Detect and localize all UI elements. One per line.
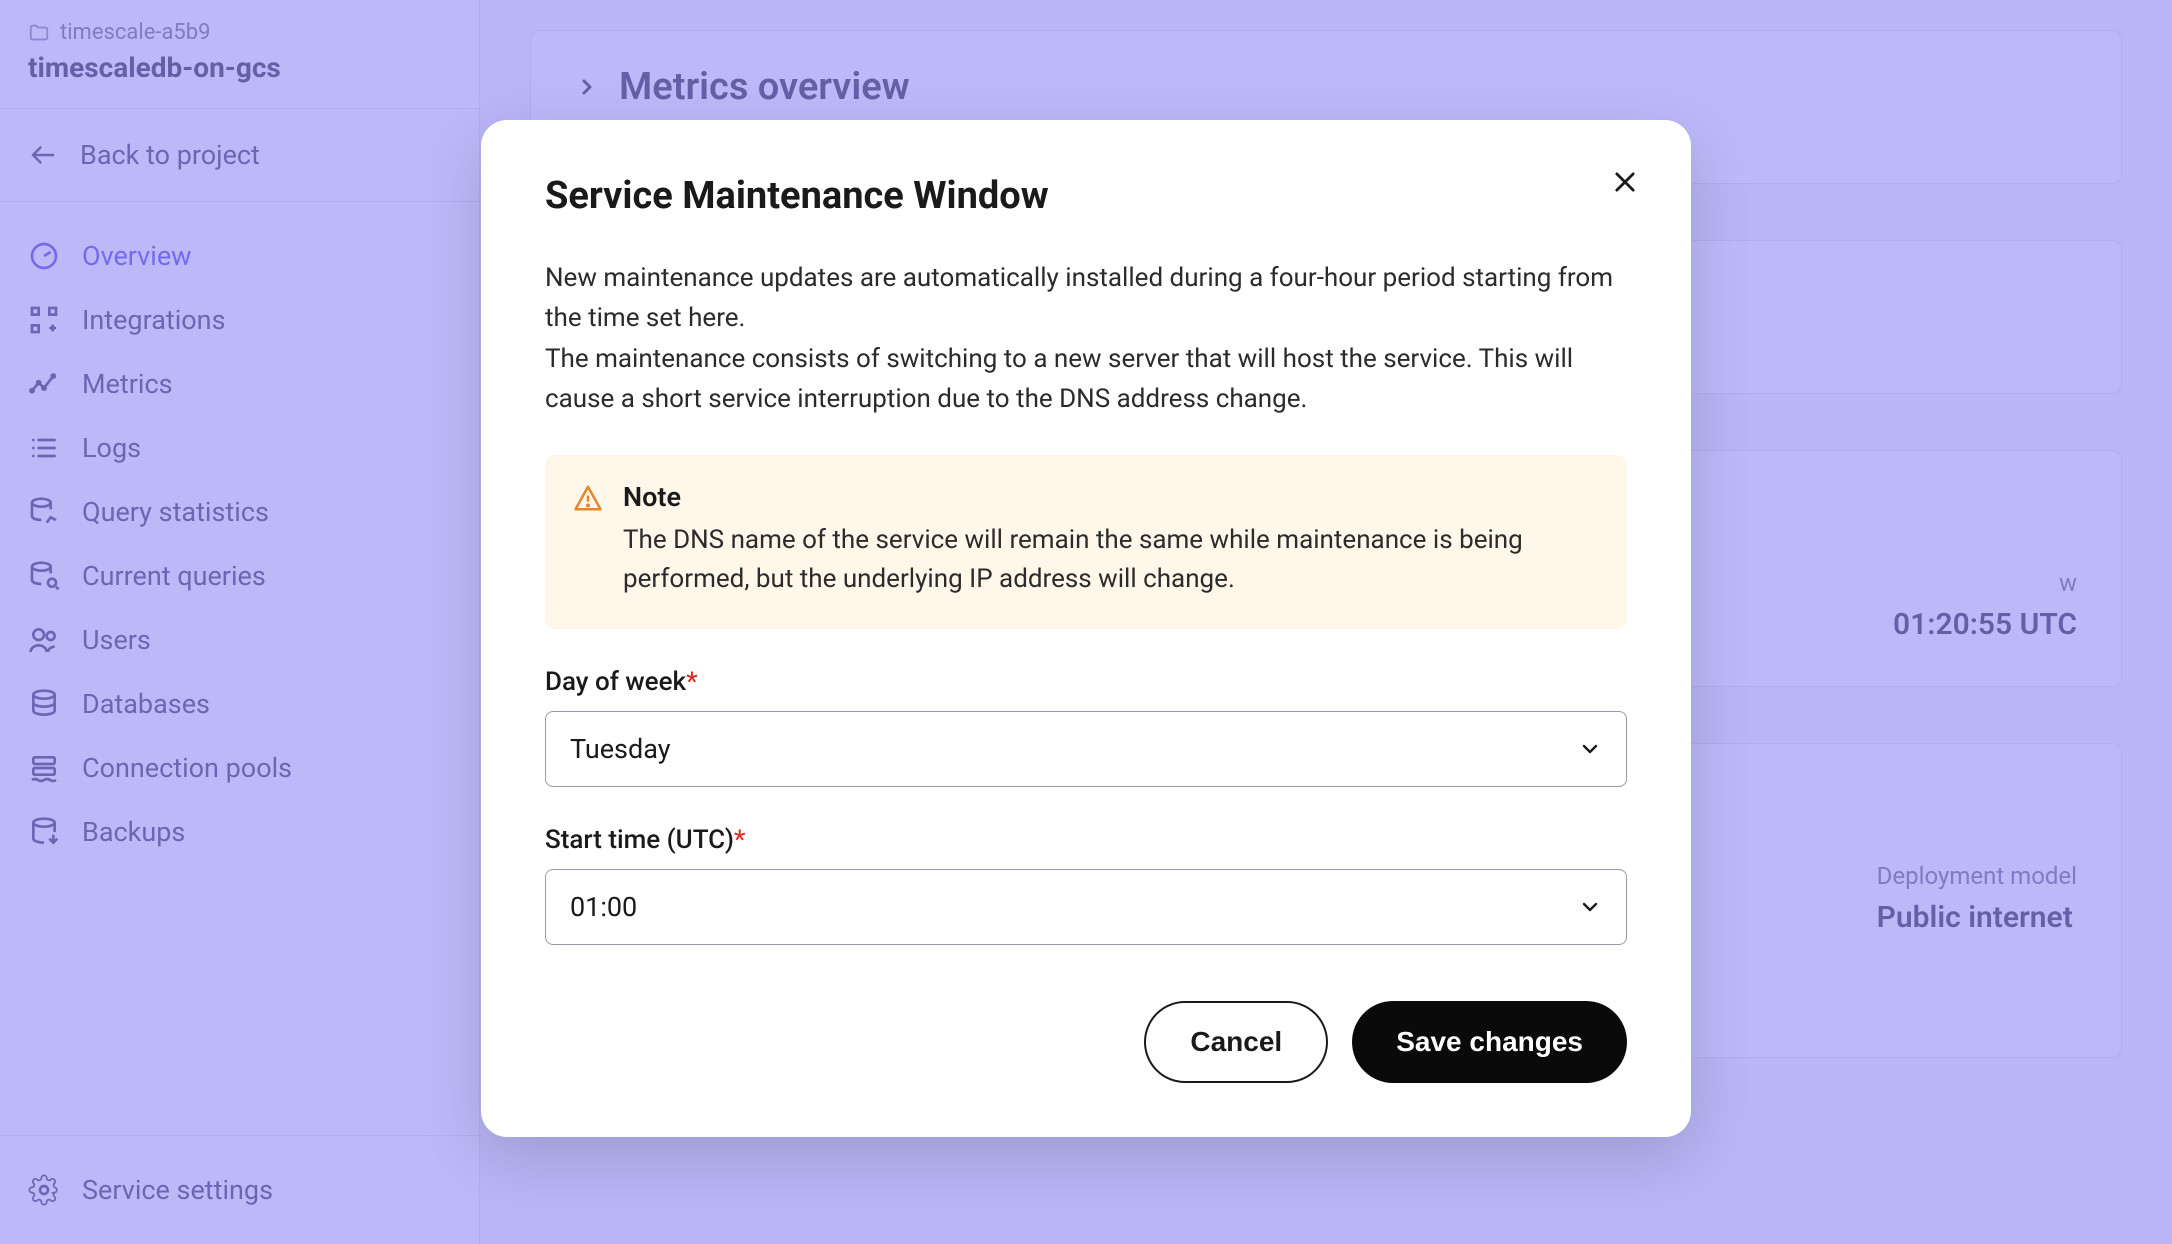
modal-p2: The maintenance consists of switching to… [545,339,1627,420]
required-marker: * [686,667,698,697]
day-of-week-select[interactable]: Tuesday [545,711,1627,787]
day-label: Day of week* [545,667,1627,697]
maintenance-window-modal: Service Maintenance Window New maintenan… [481,120,1691,1137]
required-marker: * [734,825,746,855]
cancel-button[interactable]: Cancel [1144,1001,1328,1083]
day-value: Tuesday [570,733,671,765]
start-time-select[interactable]: 01:00 [545,869,1627,945]
modal-p1: New maintenance updates are automaticall… [545,258,1627,339]
modal-overlay[interactable]: Service Maintenance Window New maintenan… [0,0,2172,1244]
close-icon [1611,168,1639,196]
warning-icon [573,483,603,513]
note-text: The DNS name of the service will remain … [623,521,1599,599]
note-box: Note The DNS name of the service will re… [545,455,1627,629]
save-changes-button[interactable]: Save changes [1352,1001,1627,1083]
chevron-down-icon [1578,737,1602,761]
day-of-week-field: Day of week* Tuesday [545,667,1627,787]
chevron-down-icon [1578,895,1602,919]
note-title: Note [623,481,1599,513]
start-time-field: Start time (UTC)* 01:00 [545,825,1627,945]
modal-title: Service Maintenance Window [545,174,1627,218]
time-label: Start time (UTC)* [545,825,1627,855]
close-button[interactable] [1611,168,1639,200]
modal-description: New maintenance updates are automaticall… [545,258,1627,419]
time-value: 01:00 [570,891,637,923]
modal-actions: Cancel Save changes [545,1001,1627,1083]
